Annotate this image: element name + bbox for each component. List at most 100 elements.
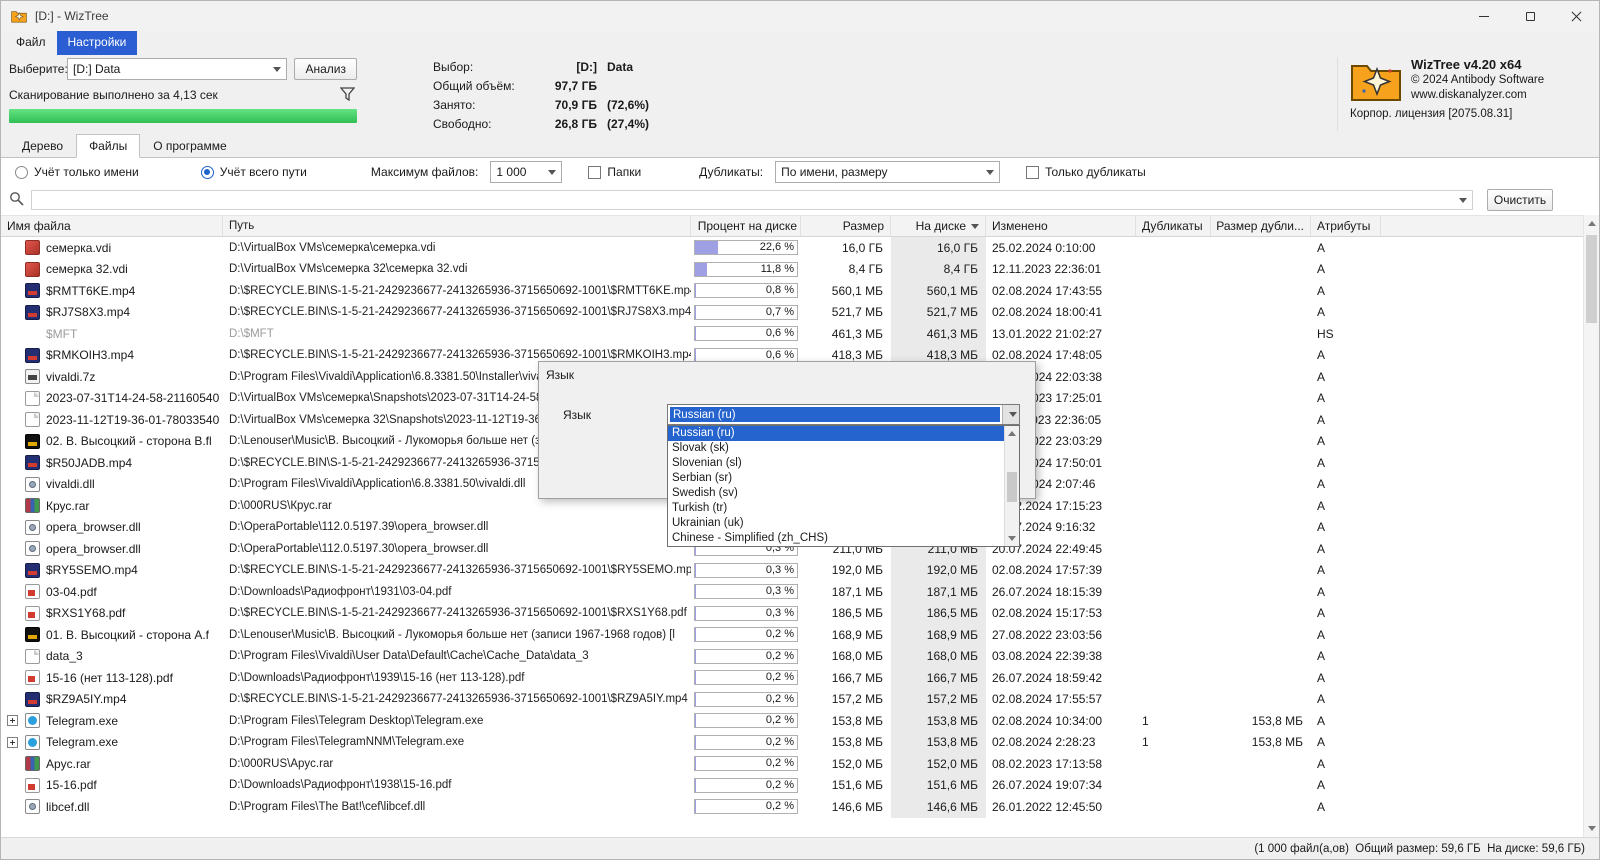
search-field[interactable] — [31, 190, 1473, 210]
column-header-dupsize[interactable]: Размер дубли... — [1211, 216, 1311, 236]
duplicates-count — [1136, 624, 1211, 646]
duplicates-size — [1211, 796, 1311, 818]
website-link[interactable]: www.diskanalyzer.com — [1411, 88, 1544, 102]
column-header-ondisk[interactable]: На диске — [891, 216, 986, 236]
size-on-disk: 187,1 МБ — [891, 581, 986, 603]
duplicates-count — [1136, 345, 1211, 367]
close-icon — [1571, 11, 1582, 22]
duplicates-size — [1211, 560, 1311, 582]
scrollbar-thumb[interactable] — [1007, 472, 1017, 502]
column-header-attributes[interactable]: Атрибуты — [1311, 216, 1381, 236]
table-row[interactable]: $RJ7S8X3.mp4 D:\$RECYCLE.BIN\S-1-5-21-24… — [1, 301, 1583, 324]
close-button[interactable] — [1553, 1, 1599, 31]
attributes: A — [1317, 369, 1326, 384]
clear-button[interactable]: Очистить — [1487, 189, 1553, 211]
table-row[interactable]: $MFT D:\$MFT 0,6 % 461,3 МБ 461,3 МБ 13.… — [1, 323, 1583, 345]
file-size: 157,2 МБ — [831, 692, 883, 707]
modified-date: 02.08.2024 17:43:55 — [992, 283, 1103, 298]
duplicates-combo[interactable]: По имени, размеру — [775, 161, 1001, 183]
table-row[interactable]: 15-16.pdf D:\Downloads\Радиофронт\1938\1… — [1, 774, 1583, 796]
language-option[interactable]: Slovak (sk) — [668, 441, 1004, 456]
scroll-down-icon[interactable] — [1008, 536, 1016, 541]
language-option[interactable]: Turkish (tr) — [668, 501, 1004, 516]
checkbox-icon — [588, 165, 602, 179]
language-combo[interactable]: Russian (ru) — [667, 404, 1020, 425]
maximize-button[interactable] — [1507, 1, 1553, 31]
radio-full-path[interactable]: Учёт всего пути — [200, 165, 307, 179]
column-header-name[interactable]: Имя файла — [1, 216, 223, 236]
drive-combo[interactable]: [D:] Data — [67, 58, 288, 80]
analyze-button[interactable]: Анализ — [294, 58, 357, 80]
table-row[interactable]: семерка.vdi D:\VirtualBox VMs\семерка\се… — [1, 237, 1583, 259]
table-row[interactable]: Telegram.exe D:\Program Files\TelegramNN… — [1, 731, 1583, 753]
column-header-percent[interactable]: Процент на диске — [691, 216, 801, 236]
folders-checkbox[interactable]: Папки — [588, 165, 641, 179]
file-path: D:\Program Files\The Bat!\cef\libcef.dll — [229, 800, 426, 813]
max-files-combo[interactable]: 1 000 — [490, 161, 563, 183]
attributes: A — [1317, 348, 1326, 363]
table-row[interactable]: Apyc.rar D:\000RUS\Apyc.rar 0,2 % 152,0 … — [1, 753, 1583, 775]
table-row[interactable]: $RXS1Y68.pdf D:\$RECYCLE.BIN\S-1-5-21-24… — [1, 602, 1583, 624]
scroll-up-icon[interactable] — [1008, 431, 1016, 436]
language-option[interactable]: Serbian (sr) — [668, 471, 1004, 486]
language-option[interactable]: Ukrainian (uk) — [668, 516, 1004, 531]
duplicates-combo-value: По имени, размеру — [781, 165, 888, 179]
column-header-size[interactable]: Размер — [801, 216, 891, 236]
modified-date: 26.07.2024 19:07:34 — [992, 778, 1103, 793]
table-row[interactable]: 03-04.pdf D:\Downloads\Радиофронт\1931\0… — [1, 581, 1583, 603]
wiztree-window: [D:] - WizTree Файл Настройки Выберите: [… — [0, 0, 1600, 860]
table-scrollbar[interactable] — [1583, 215, 1599, 837]
dropdown-scrollbar[interactable] — [1004, 426, 1019, 546]
language-option[interactable]: Chinese - Simplified (zh_CHS) — [668, 531, 1004, 546]
tab-files[interactable]: Файлы — [76, 134, 141, 158]
column-header-path[interactable]: Путь — [223, 216, 691, 236]
file-path: D:\Lenouser\Music\В. Высоцкий - Лукоморь… — [229, 628, 675, 641]
table-row[interactable]: 15-16 (нет 113-128).pdf D:\Downloads\Рад… — [1, 667, 1583, 689]
menu-item-settings[interactable]: Настройки — [56, 31, 138, 55]
language-option[interactable]: Russian (ru) — [668, 426, 1004, 441]
radio-name-only[interactable]: Учёт только имени — [15, 165, 139, 179]
file-size: 151,6 МБ — [831, 778, 883, 793]
scroll-up-icon[interactable] — [1588, 221, 1596, 226]
table-row[interactable]: Telegram.exe D:\Program Files\Telegram D… — [1, 710, 1583, 732]
max-files-label: Максимум файлов: — [370, 165, 479, 179]
combo-dropdown-button[interactable] — [1002, 405, 1019, 424]
percent-on-disk-cell: 0,7 % — [691, 302, 801, 324]
percent-bar: 11,8 % — [694, 261, 798, 277]
table-row[interactable]: семерка 32.vdi D:\VirtualBox VMs\семерка… — [1, 258, 1583, 280]
file-path: D:\000RUS\Apyc.rar — [229, 757, 334, 770]
attributes: A — [1317, 520, 1326, 535]
expand-toggle-icon[interactable] — [7, 715, 18, 727]
tab-tree[interactable]: Дерево — [9, 134, 76, 158]
attributes: A — [1317, 283, 1326, 298]
file-name: семерка 32.vdi — [46, 262, 128, 277]
minimize-button[interactable] — [1461, 1, 1507, 31]
table-row[interactable]: $RZ9A5IY.mp4 D:\$RECYCLE.BIN\S-1-5-21-24… — [1, 688, 1583, 710]
table-row[interactable]: libcef.dll D:\Program Files\The Bat!\cef… — [1, 796, 1583, 818]
scroll-down-icon[interactable] — [1588, 826, 1596, 831]
expand-toggle-icon[interactable] — [7, 736, 18, 748]
table-row[interactable]: 01. В. Высоцкий - сторона A.f D:\Lenouse… — [1, 624, 1583, 646]
tab-about[interactable]: О программе — [140, 134, 239, 158]
column-header-modified[interactable]: Изменено — [986, 216, 1136, 236]
table-row[interactable]: $RY5SEMO.mp4 D:\$RECYCLE.BIN\S-1-5-21-24… — [1, 559, 1583, 582]
search-input[interactable] — [32, 192, 1472, 208]
language-dropdown-list: Russian (ru) Slovak (sk) Slovenian (sl) Ser… — [667, 425, 1020, 547]
search-row: Очистить — [1, 186, 1599, 214]
percent-bar: 0,3 % — [694, 584, 798, 600]
language-option[interactable]: Slovenian (sl) — [668, 456, 1004, 471]
language-option[interactable]: Swedish (sv) — [668, 486, 1004, 501]
duplicates-count — [1136, 388, 1211, 410]
radio-full-path-label: Учёт всего пути — [219, 165, 307, 179]
only-duplicates-checkbox[interactable]: Только дубликаты — [1026, 165, 1146, 179]
percent-bar: 0,2 % — [694, 713, 798, 729]
duplicates-count — [1136, 646, 1211, 668]
table-row[interactable]: $RMTT6KE.mp4 D:\$RECYCLE.BIN\S-1-5-21-24… — [1, 280, 1583, 302]
filter-icon[interactable] — [339, 86, 356, 104]
column-header-duplicates[interactable]: Дубликаты — [1136, 216, 1211, 236]
file-path: D:\Program Files\Vivaldi\User Data\Defau… — [229, 650, 589, 663]
percent-on-disk-cell: 22,6 % — [691, 237, 801, 259]
table-row[interactable]: data_3 D:\Program Files\Vivaldi\User Dat… — [1, 645, 1583, 668]
menu-item-file[interactable]: Файл — [5, 31, 57, 55]
scrollbar-thumb[interactable] — [1586, 235, 1597, 323]
